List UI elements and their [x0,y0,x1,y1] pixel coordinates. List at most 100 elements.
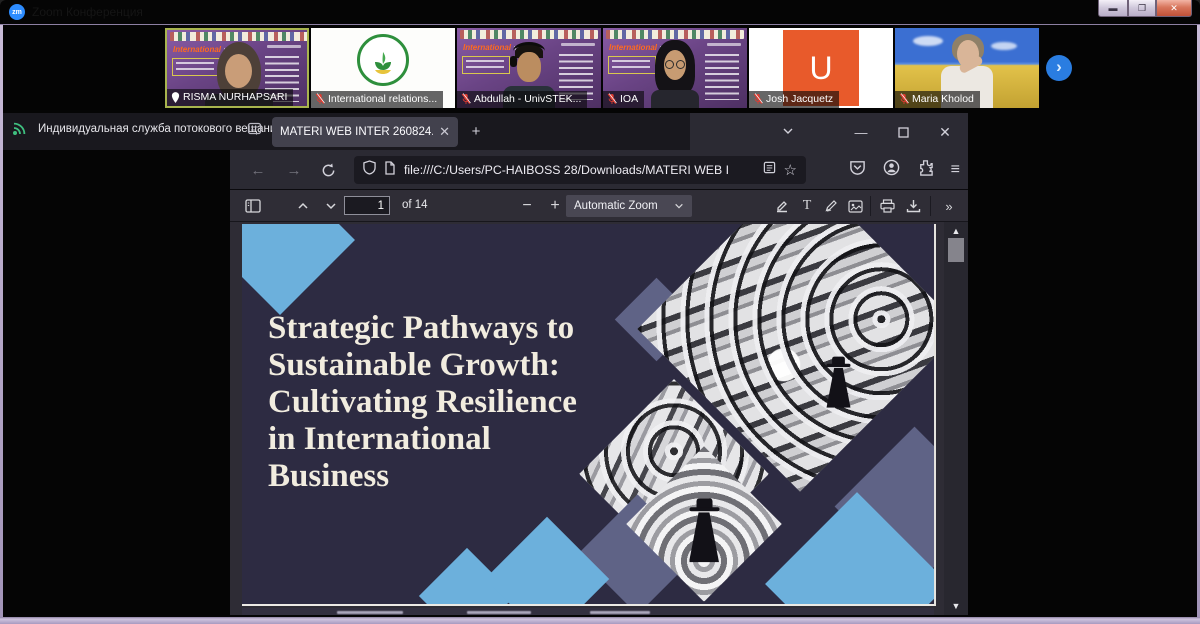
url-bar[interactable]: file:///C:/Users/PC-HAIBOSS 28/Downloads… [354,156,806,184]
reload-button[interactable] [316,158,340,182]
image-tool-icon[interactable] [844,196,866,216]
toolbar-separator [870,196,871,216]
tab-title: MATERI WEB INTER 260824.pdf [280,126,433,138]
shoulders [651,90,699,108]
page-number-input[interactable] [344,196,390,215]
participant-name-tag: IOA [603,91,644,108]
participant-tile[interactable]: U Josh Jacquetz [749,28,893,108]
zoom-out-icon[interactable]: − [516,196,538,216]
menu-hamburger-icon[interactable]: ≡ [951,161,960,179]
webinar-date-line [707,43,741,46]
toolbar-separator [930,196,931,216]
participant-name: IOA [620,93,638,105]
pocket-icon[interactable] [849,159,866,181]
webinar-title: International [173,45,221,54]
minimize-button[interactable]: ▬ [1098,0,1128,17]
scroll-up-icon[interactable]: ▲ [944,224,968,238]
shield-icon[interactable] [363,160,376,180]
slide-accent-diamond [485,517,609,606]
zoom-conference-window: zm Zoom Конференция ▬ ❐ ✕ InternationalW… [0,0,1200,624]
participant-name: International relations... [328,93,437,105]
tab-close-icon[interactable]: ✕ [439,124,450,140]
webinar-text-box [462,56,510,74]
participant-name-tag: Josh Jacquetz [749,91,839,108]
draw-tool-icon[interactable] [820,196,842,216]
university-logo [357,34,409,86]
participant-tile[interactable]: Maria Kholod [895,28,1039,108]
participant-name: Maria Kholod [912,93,974,105]
participant-name: RISMA NURHAPSARI [183,91,287,103]
close-button[interactable]: ✕ [1156,0,1192,17]
pinned-icon [171,92,180,103]
cloud [991,42,1017,50]
scrollbar-thumb[interactable] [948,238,964,262]
page-count-label: of 14 [402,199,428,211]
webinar-text-box [608,56,656,74]
cloud [913,36,943,46]
pdf-toolbar: of 14 − + Automatic Zoom T » [230,190,968,222]
webinar-speaker-list [705,54,739,100]
firefox-titlebar-right [690,113,968,150]
zoom-app-icon: zm [9,4,25,20]
extensions-puzzle-icon[interactable] [917,159,934,181]
zoom-level-select[interactable]: Automatic Zoom [566,195,692,217]
forward-button[interactable]: → [282,158,306,182]
participant-name-tag: International relations... [311,91,443,108]
sidebar-toggle-icon[interactable] [242,196,264,216]
slide-accent-diamond [242,224,355,315]
browser-maximize-button[interactable] [890,119,916,145]
glasses [676,60,685,69]
webinar-text-box [172,58,220,76]
participant-name-tag: RISMA NURHAPSARI [167,89,293,106]
maximize-button[interactable]: ❐ [1128,0,1156,17]
participants-strip: InternationalWeb... RISMA NURHAPSARI [0,25,1200,110]
browser-minimize-button[interactable]: — [848,119,874,145]
avatar-letter: U [809,50,832,87]
browser-close-button[interactable]: ✕ [932,119,958,145]
reader-view-icon[interactable] [763,161,776,179]
next-participants-button[interactable]: › [1046,55,1072,81]
bookmark-star-icon[interactable]: ☆ [784,163,797,178]
highlight-tool-icon[interactable] [771,196,793,216]
scroll-down-icon[interactable]: ▼ [944,599,968,613]
participant-tile[interactable]: InternationalWeb... RISMA NURHAPSARI [165,28,309,108]
face [225,54,252,88]
zoom-in-icon[interactable]: + [544,196,566,216]
participant-name-tag: Abdullah - UnivSTEK... [457,91,587,108]
previous-page-icon[interactable] [292,196,314,216]
background-tab-title[interactable]: Индивидуальная служба потокового вещания [38,123,283,135]
next-page-preview [242,608,934,615]
back-button[interactable]: ← [246,158,270,182]
tab-active[interactable]: MATERI WEB INTER 260824.pdf ✕ [272,117,458,147]
participant-tile[interactable]: InternationalWeb... IOA [603,28,747,108]
participant-tile[interactable]: InternationalWeb... Abdullah - UnivSTEK.… [457,28,601,108]
webinar-logo-banner [606,30,744,39]
more-tools-icon[interactable]: » [938,196,960,216]
page-info-icon[interactable] [384,161,396,180]
participant-tile[interactable]: International relations... [311,28,455,108]
webinar-logo-banner [460,30,598,39]
account-icon[interactable] [883,159,900,181]
list-all-tabs-chevron-icon[interactable] [776,119,800,143]
url-text: file:///C:/Users/PC-HAIBOSS 28/Downloads… [404,163,755,177]
download-icon[interactable] [902,196,924,216]
next-page-icon[interactable] [320,196,342,216]
participant-name: Abdullah - UnivSTEK... [474,93,581,105]
muted-mic-icon [315,93,325,105]
scrollbar[interactable]: ▲ ▼ [944,222,968,615]
tab-manager-icon[interactable] [247,121,262,141]
navigation-toolbar: ← → file:///C:/Users/PC-HAIBOSS 28/Downl… [230,150,968,190]
window-border [0,25,3,624]
pdf-page-slide: Strategic Pathways to Sustainable Growth… [242,224,936,606]
new-tab-button[interactable]: + [464,119,488,143]
webinar-date-line [267,45,301,48]
text-tool-icon[interactable]: T [796,196,818,216]
participant-name-tag: Maria Kholod [895,91,980,108]
muted-mic-icon [607,93,617,105]
webinar-logo-banner [170,32,308,41]
window-title: Zoom Конференция [32,5,143,19]
print-icon[interactable] [876,196,898,216]
muted-mic-icon [753,93,763,105]
webinar-date-line [561,43,595,46]
face [517,52,541,82]
